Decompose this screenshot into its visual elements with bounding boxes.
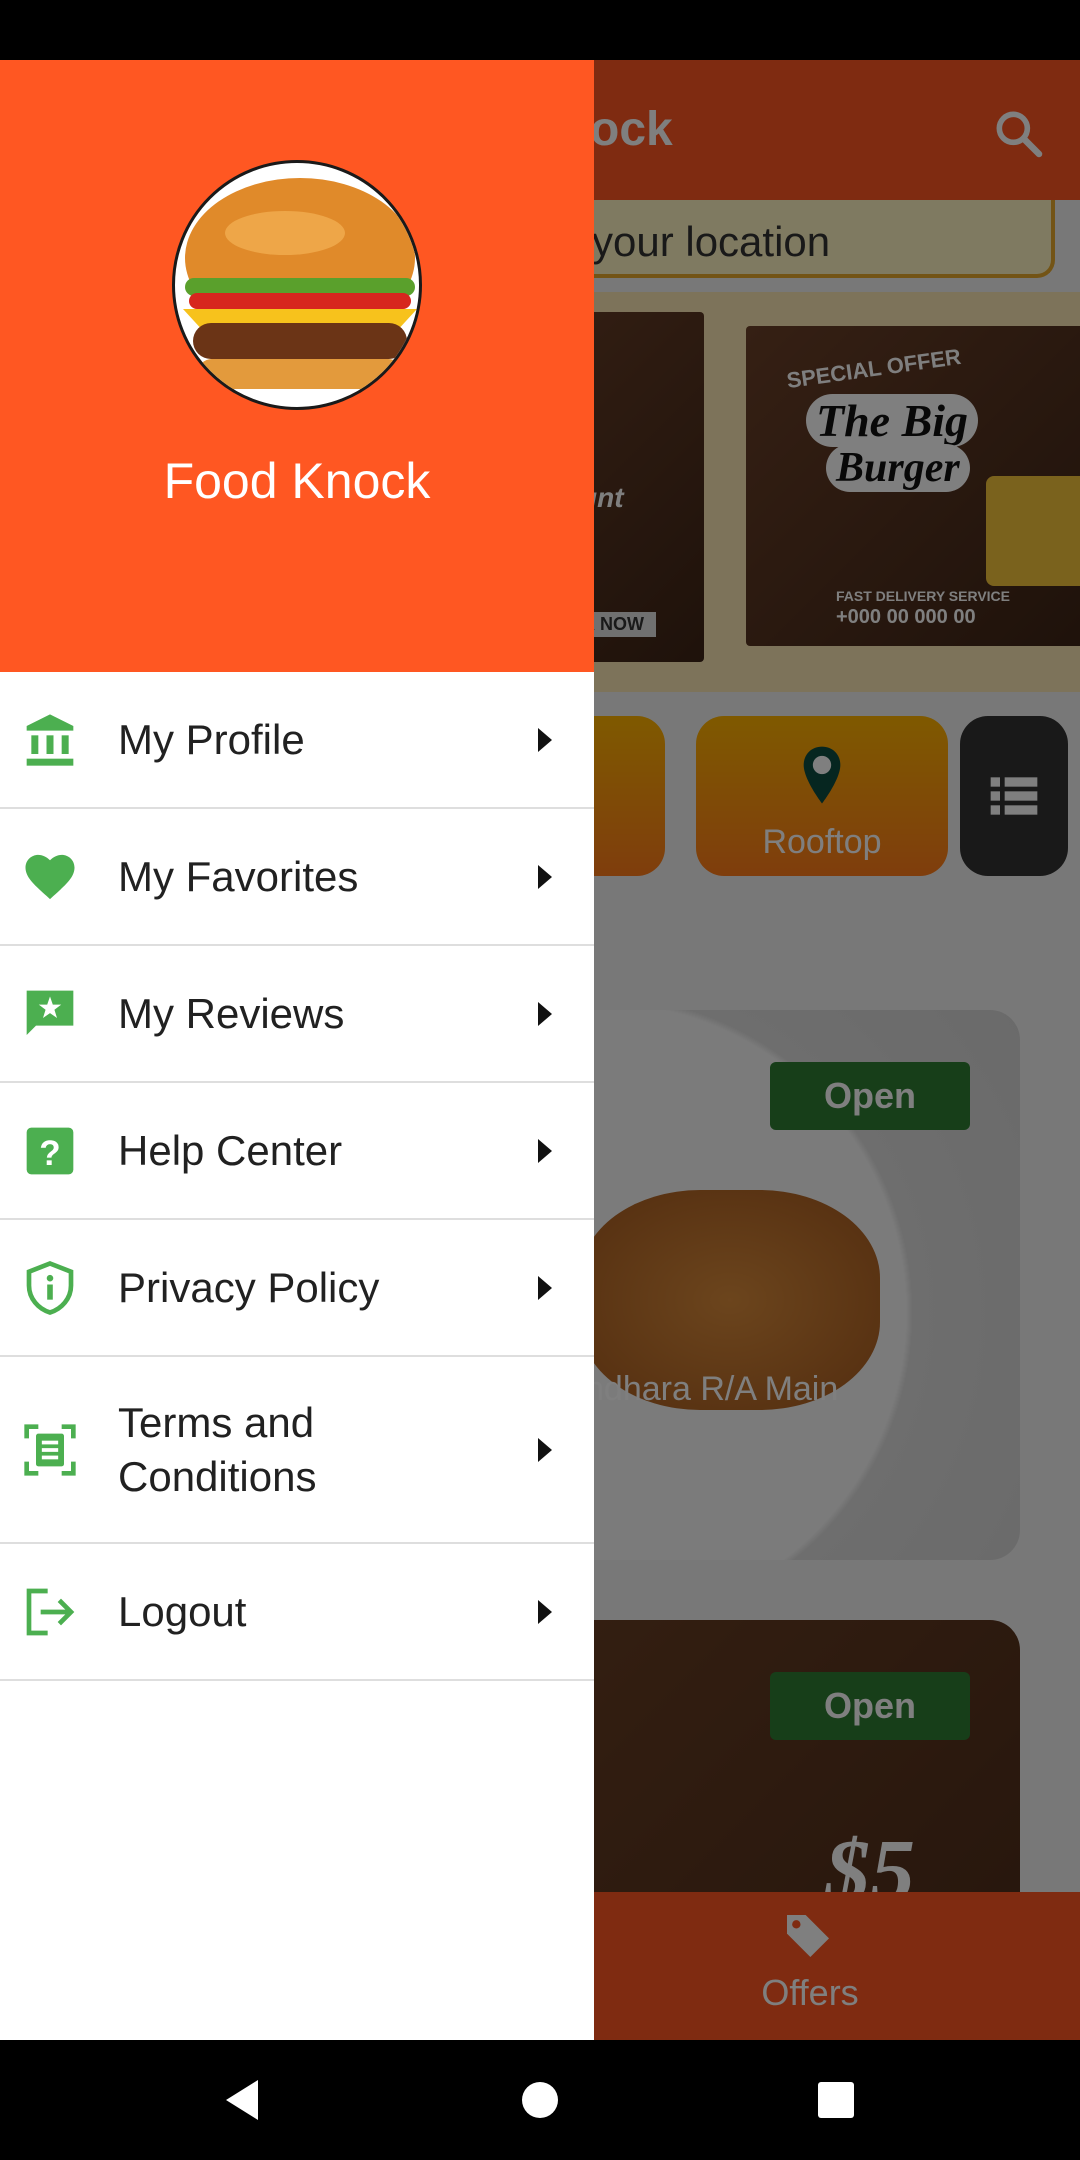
- menu-item-terms-and-conditions[interactable]: Terms and Conditions: [0, 1357, 594, 1544]
- chevron-right-icon: [538, 1437, 552, 1462]
- chevron-right-icon: [538, 1001, 552, 1026]
- chevron-right-icon: [538, 1599, 552, 1624]
- review-icon: [26, 990, 74, 1035]
- brand-logo: [172, 160, 422, 410]
- help-icon: ?: [26, 1127, 74, 1174]
- drawer-menu: My Profile My Favorites My Reviews ? Hel…: [0, 672, 594, 1681]
- navigation-drawer: Food Knock My Profile My Favorites My Re: [0, 60, 594, 2040]
- menu-label: Help Center: [118, 1126, 343, 1174]
- back-icon: [226, 2080, 258, 2120]
- menu-item-my-favorites[interactable]: My Favorites: [0, 809, 594, 946]
- menu-item-logout[interactable]: Logout: [0, 1544, 594, 1681]
- svg-text:?: ?: [39, 1134, 60, 1173]
- menu-item-help-center[interactable]: ? Help Center: [0, 1083, 594, 1220]
- menu-item-my-reviews[interactable]: My Reviews: [0, 946, 594, 1083]
- menu-label: My Reviews: [118, 989, 345, 1037]
- home-button[interactable]: [510, 2070, 570, 2130]
- bank-icon: [26, 713, 74, 766]
- menu-item-my-profile[interactable]: My Profile: [0, 672, 594, 809]
- drawer-header: Food Knock: [0, 60, 594, 672]
- menu-label: Terms and Conditions: [118, 1398, 317, 1500]
- brand-name: Food Knock: [163, 453, 431, 509]
- status-bar: [0, 0, 1080, 60]
- menu-label: My Profile: [118, 715, 305, 763]
- home-icon: [522, 2082, 558, 2118]
- menu-item-privacy-policy[interactable]: Privacy Policy: [0, 1220, 594, 1357]
- shield-icon: [26, 1260, 74, 1315]
- recents-button[interactable]: [806, 2070, 866, 2130]
- document-icon: [24, 1423, 76, 1476]
- back-button[interactable]: [212, 2070, 272, 2130]
- menu-label: Privacy Policy: [118, 1263, 380, 1311]
- chevron-right-icon: [538, 864, 552, 889]
- burger-icon: [183, 178, 417, 389]
- chevron-right-icon: [538, 1275, 552, 1300]
- system-navigation-bar: [0, 2040, 1080, 2160]
- chevron-right-icon: [538, 1138, 552, 1163]
- recents-icon: [818, 2082, 854, 2118]
- heart-icon: [25, 854, 75, 899]
- menu-label: Logout: [118, 1587, 247, 1635]
- chevron-right-icon: [538, 727, 552, 752]
- menu-label: My Favorites: [118, 852, 359, 900]
- logout-icon: [26, 1588, 75, 1635]
